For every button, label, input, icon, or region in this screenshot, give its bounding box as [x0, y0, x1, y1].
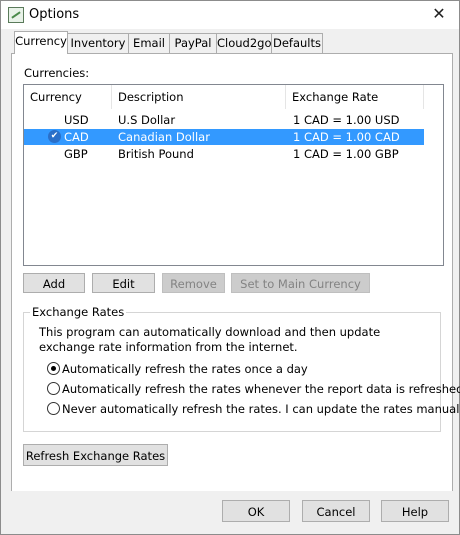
- column-header-currency[interactable]: Currency: [24, 85, 112, 109]
- edit-button[interactable]: Edit: [92, 273, 155, 293]
- cell-exchange-rate: 1 CAD = 1.00 CAD: [293, 130, 400, 144]
- cell-description: U.S Dollar: [118, 113, 176, 127]
- dialog-button-bar: OK Cancel Help: [1, 491, 459, 534]
- title-bar[interactable]: Options ✕: [1, 1, 459, 29]
- tab-email[interactable]: Email: [128, 33, 170, 53]
- currencies-label: Currencies:: [24, 66, 90, 80]
- tab-paypal[interactable]: PayPal: [169, 33, 217, 53]
- refresh-exchange-rates-button[interactable]: Refresh Exchange Rates: [23, 444, 168, 466]
- exchange-rates-description: This program can automatically download …: [39, 325, 381, 354]
- cell-exchange-rate: 1 CAD = 1.00 USD: [293, 113, 400, 127]
- add-button[interactable]: Add: [23, 273, 85, 293]
- cell-description: Canadian Dollar: [118, 130, 210, 144]
- currencies-list[interactable]: Currency Description Exchange Rate USD U…: [23, 84, 444, 266]
- currency-row-gbp[interactable]: GBP British Pound 1 CAD = 1.00 GBP: [24, 146, 424, 162]
- radio-label: Automatically refresh the rates once a d…: [62, 362, 308, 376]
- radio-button-icon[interactable]: [47, 402, 60, 415]
- cancel-button[interactable]: Cancel: [302, 500, 370, 522]
- set-main-currency-button[interactable]: Set to Main Currency: [231, 273, 370, 293]
- cell-currency-code: USD: [64, 113, 89, 127]
- currency-row-usd[interactable]: USD U.S Dollar 1 CAD = 1.00 USD: [24, 112, 424, 128]
- tab-currency[interactable]: Currency: [14, 31, 68, 54]
- ok-button[interactable]: OK: [222, 500, 290, 522]
- currency-tab-panel: Currencies: Currency Description Exchang…: [11, 53, 460, 492]
- cell-description: British Pound: [118, 147, 194, 161]
- help-button[interactable]: Help: [381, 500, 449, 522]
- options-window: Options ✕ Currency Inventory Email PayPa…: [0, 0, 460, 535]
- exchange-rates-group: Exchange Rates This program can automati…: [23, 305, 460, 432]
- radio-label: Never automatically refresh the rates. I…: [62, 402, 460, 416]
- radio-button-icon[interactable]: [47, 382, 60, 395]
- column-header-exchange-rate[interactable]: Exchange Rate: [286, 85, 424, 109]
- list-header: Currency Description Exchange Rate: [24, 85, 424, 109]
- main-currency-check-icon: ✔: [48, 130, 61, 143]
- cell-currency-code: CAD: [64, 130, 89, 144]
- window-title: Options: [29, 7, 80, 22]
- radio-label: Automatically refresh the rates whenever…: [62, 382, 460, 396]
- currency-row-cad[interactable]: ✔ CAD Canadian Dollar 1 CAD = 1.00 CAD: [24, 129, 424, 145]
- cell-exchange-rate: 1 CAD = 1.00 GBP: [293, 147, 399, 161]
- tab-defaults[interactable]: Defaults: [271, 33, 323, 53]
- close-icon[interactable]: ✕: [429, 4, 449, 23]
- exchange-rates-group-title: Exchange Rates: [30, 305, 127, 319]
- cell-currency-code: GBP: [64, 147, 88, 161]
- radio-button-icon[interactable]: [47, 362, 60, 375]
- tab-inventory[interactable]: Inventory: [67, 33, 129, 53]
- tab-strip: Currency Inventory Email PayPal Cloud2go…: [11, 31, 451, 54]
- tab-cloud2go[interactable]: Cloud2go: [216, 33, 272, 53]
- column-header-description[interactable]: Description: [112, 85, 286, 109]
- options-app-icon: [8, 7, 24, 23]
- remove-button[interactable]: Remove: [162, 273, 225, 293]
